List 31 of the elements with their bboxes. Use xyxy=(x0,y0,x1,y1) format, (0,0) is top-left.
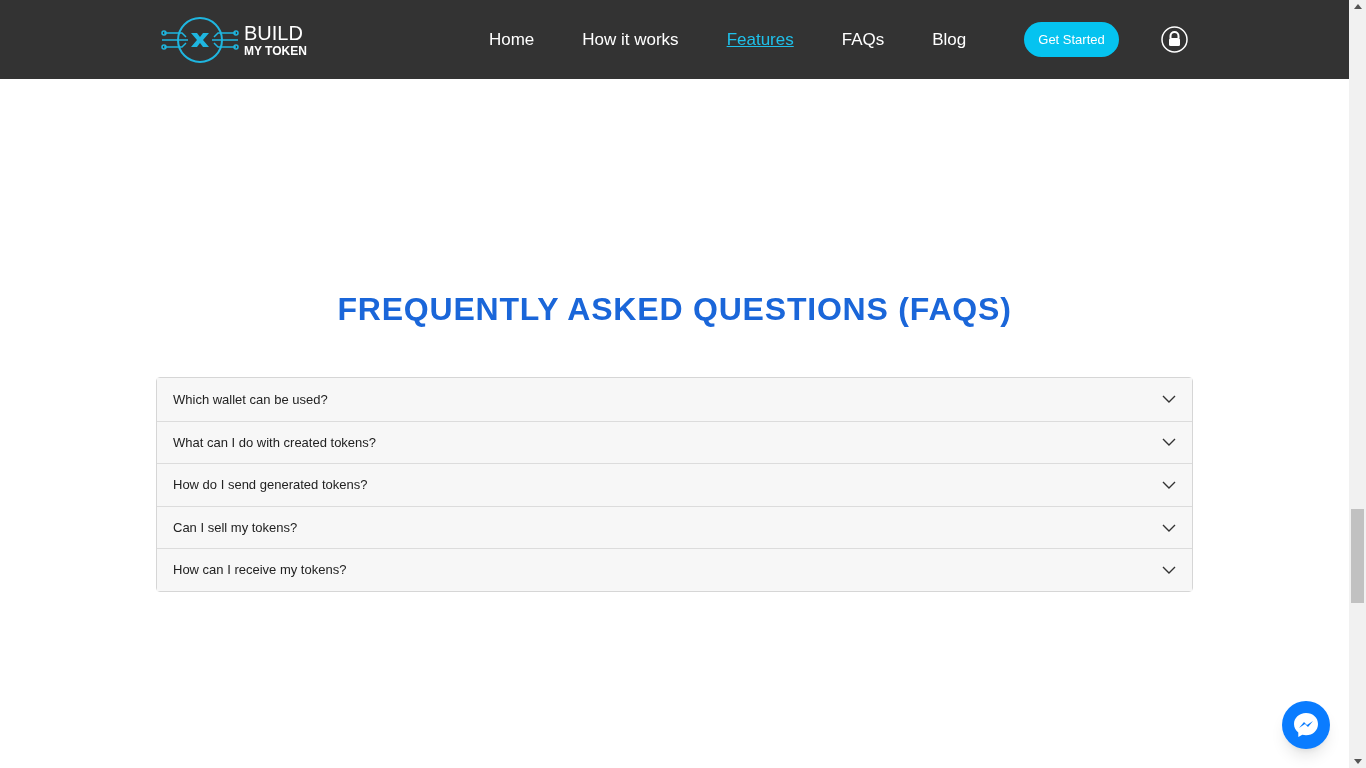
logo-icon xyxy=(160,14,240,65)
chevron-icon xyxy=(1162,395,1176,404)
faq-question: What can I do with created tokens? xyxy=(173,433,377,452)
nav-link[interactable]: Blog xyxy=(932,26,967,53)
messenger-button[interactable] xyxy=(1282,701,1330,749)
chevron-icon xyxy=(1162,523,1176,532)
section-heading: FREQUENTLY ASKED QUESTIONS (FAQS) xyxy=(336,290,1013,329)
faq-item[interactable]: What can I do with created tokens? xyxy=(157,420,1192,464)
faq-question: How do I send generated tokens? xyxy=(173,476,368,495)
nav-link[interactable]: Features xyxy=(726,26,794,53)
messenger-icon xyxy=(1292,711,1320,739)
faq-question: Can I sell my tokens? xyxy=(173,518,298,537)
faq-question: Which wallet can be used? xyxy=(173,390,328,409)
faq-item[interactable]: How can I receive my tokens? xyxy=(157,548,1192,591)
lock-icon[interactable] xyxy=(1160,26,1188,53)
faq-item[interactable]: Which wallet can be used? xyxy=(157,378,1192,421)
chevron-icon xyxy=(1162,566,1176,575)
logo-subtext: MY TOKEN xyxy=(244,44,307,57)
faq-question: How can I receive my tokens? xyxy=(173,561,347,580)
chevron-icon xyxy=(1162,438,1176,447)
faq-item[interactable]: How do I send generated tokens? xyxy=(157,463,1192,506)
scrollbar[interactable] xyxy=(1349,0,1366,768)
nav-link[interactable]: How it works xyxy=(582,26,679,53)
faq-item[interactable]: Can I sell my tokens? xyxy=(157,505,1192,549)
logo-text: BUILD xyxy=(244,22,304,43)
nav-link[interactable]: FAQs xyxy=(841,26,885,53)
nav-link[interactable]: Home xyxy=(488,26,535,53)
scroll-down-icon[interactable] xyxy=(1353,759,1362,764)
scrollbar-thumb[interactable] xyxy=(1351,509,1364,603)
scroll-up-icon[interactable] xyxy=(1353,4,1362,9)
chevron-icon xyxy=(1162,481,1176,489)
